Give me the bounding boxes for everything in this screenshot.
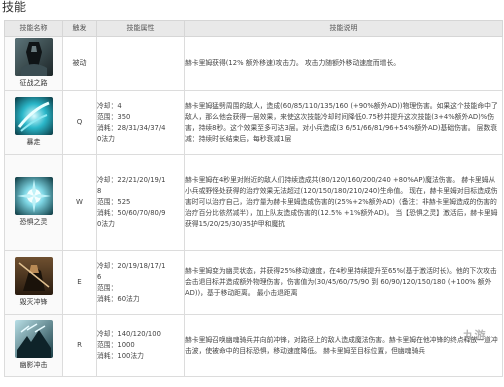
- skill-icon-cell: 暴走: [4, 90, 63, 155]
- skill-attribute: 消耗：100法力: [97, 352, 144, 360]
- skill-description: 赫卡里姆猛劈周围的敌人，造成(60/85/110/135/160 (+90%额外…: [184, 90, 503, 155]
- skill-row-q: 暴走 Q 冷却：4 范围：350 消耗：28/31/34/37/4 0法力 赫卡…: [4, 90, 503, 155]
- skill-icon-cell: 毁灭冲锋: [4, 250, 63, 315]
- skill-attribute: 0法力: [97, 134, 115, 143]
- skill-name: 恐惧之灵: [19, 218, 48, 226]
- skill-attribute: 冷却：20/19/18/17/1: [97, 261, 166, 270]
- skill-key: E: [62, 250, 97, 315]
- dark-armored-knight-icon: [14, 38, 53, 76]
- skill-row-passive: 征战之路 被动 赫卡里姆获得(12% 额外移速)攻击力。 攻击力随额外移动速度而…: [4, 36, 503, 91]
- spirit-burst-icon: [14, 177, 53, 215]
- section-title: 技能: [2, 0, 27, 14]
- skill-row-r: 幽影冲击 R 冷却：140/120/100 范围：1000 消耗：100法力 赫…: [4, 314, 503, 377]
- skill-attribute: 冷却：4: [97, 101, 122, 110]
- skill-icon-cell: 恐惧之灵: [4, 154, 63, 251]
- shadow-cavalry-icon: [14, 320, 53, 358]
- skill-description: 赫卡里姆变为幽灵状态，并获得25%移动速度，在4秒里持续提升至65%(基于激活时…: [184, 250, 503, 315]
- watermark: 九游: [463, 329, 486, 342]
- skills-table: 技能名称 触发 技能属性 技能说明 征战之路 被动 赫卡里姆获得(12% 额外移…: [4, 20, 503, 377]
- skill-attribute: 0法力: [97, 220, 115, 228]
- skill-attribute: 消耗：50/60/70/80/9: [97, 209, 166, 217]
- skill-attribute: 消耗：60法力: [97, 294, 140, 303]
- skill-name: 暴走: [26, 138, 41, 146]
- skill-attribute: 冷却：140/120/100: [97, 330, 161, 338]
- skill-attribute: 范围：525: [97, 198, 131, 206]
- header-attributes: 技能属性: [96, 20, 185, 37]
- skill-name: 毁灭冲锋: [19, 298, 48, 306]
- skill-description: 赫卡里姆获得(12% 额外移速)攻击力。 攻击力随额外移动速度而增长。: [184, 36, 503, 91]
- skill-name: 征战之路: [19, 79, 48, 87]
- cyan-spear-swirl-icon: [14, 97, 53, 135]
- skill-description: 赫卡里姆召唤幽魂骑兵并向前冲锋，对路径上的敌人造成魔法伤害。赫卡里姆在他冲锋的终…: [184, 314, 503, 377]
- skill-row-e: 毁灭冲锋 E 冷却：20/19/18/17/1 6 范围： 消耗：60法力 赫卡…: [4, 250, 503, 315]
- skill-name: 幽影冲击: [19, 361, 48, 369]
- charging-rider-icon: [14, 257, 53, 295]
- skill-icon-cell: 幽影冲击: [4, 314, 63, 377]
- header-trigger: 触发: [62, 20, 97, 37]
- skill-attributes: 冷却：22/21/20/19/1 8 范围：525 消耗：50/60/70/80…: [96, 154, 185, 251]
- skill-description: 赫卡里姆在4秒里对附近的敌人们持续造成共(80/120/160/200/240 …: [184, 154, 503, 251]
- skill-key: Q: [62, 90, 97, 155]
- skill-attributes: [96, 36, 185, 91]
- table-header-row: 技能名称 触发 技能属性 技能说明: [4, 20, 503, 37]
- skill-key: W: [62, 154, 97, 251]
- skill-row-w: 恐惧之灵 W 冷却：22/21/20/19/1 8 范围：525 消耗：50/6…: [4, 154, 503, 251]
- skill-key: 被动: [62, 36, 97, 91]
- skill-attributes: 冷却：140/120/100 范围：1000 消耗：100法力: [96, 314, 185, 377]
- skill-attributes: 冷却：20/19/18/17/1 6 范围： 消耗：60法力: [96, 250, 185, 315]
- skill-attribute: 6: [97, 272, 102, 281]
- header-skill-name: 技能名称: [4, 20, 63, 37]
- skill-key: R: [62, 314, 97, 377]
- skill-attribute: 冷却：22/21/20/19/1: [97, 176, 166, 184]
- skill-icon-cell: 征战之路: [4, 36, 63, 91]
- skill-attribute: 范围：1000: [97, 341, 135, 349]
- skill-attribute: 范围：350: [97, 112, 131, 121]
- skill-attributes: 冷却：4 范围：350 消耗：28/31/34/37/4 0法力: [96, 90, 185, 155]
- skill-attribute: 消耗：28/31/34/37/4: [97, 123, 166, 132]
- skill-attribute: 8: [97, 187, 102, 195]
- skill-attribute: 范围：: [97, 283, 118, 292]
- header-description: 技能说明: [184, 20, 503, 37]
